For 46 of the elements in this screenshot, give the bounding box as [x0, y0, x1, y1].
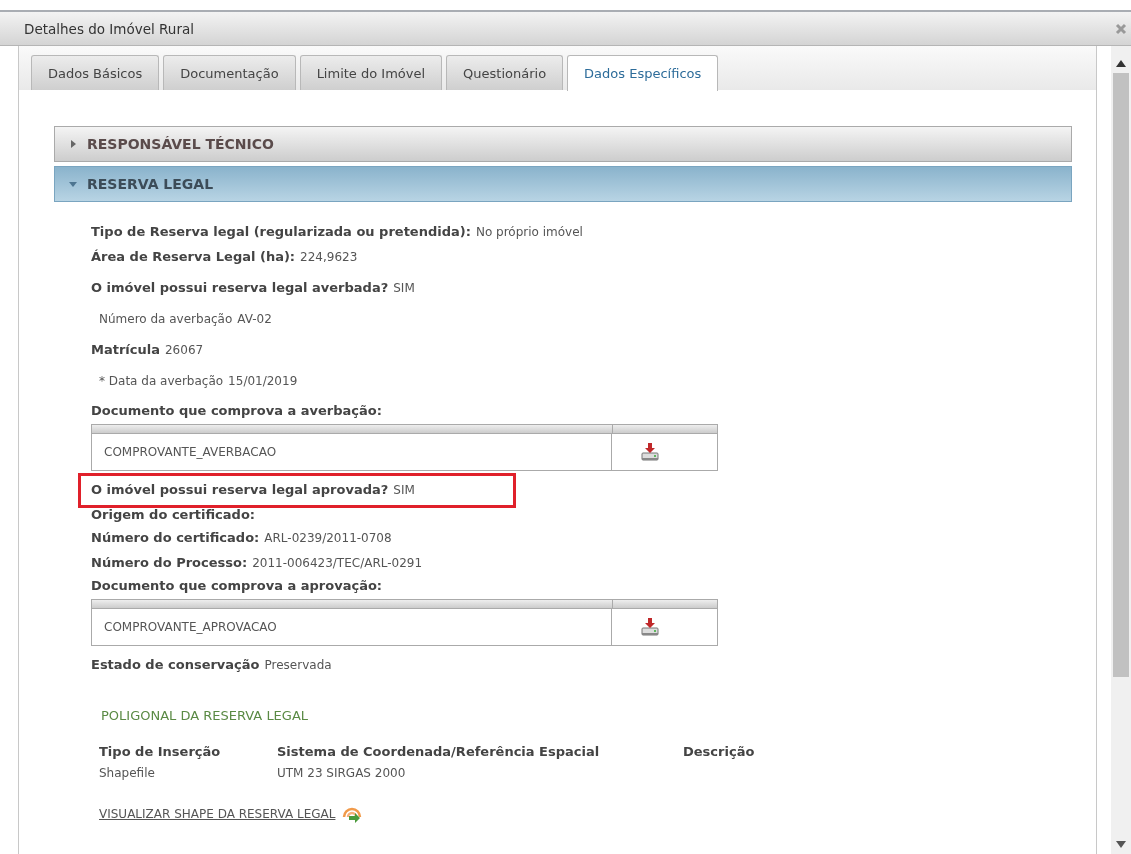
caret-down-icon: [69, 180, 77, 188]
field-value: ARL-0239/2011-0708: [264, 530, 392, 547]
field-label: Origem do certificado:: [91, 505, 256, 524]
scroll-up-icon[interactable]: [1116, 60, 1126, 67]
tab[interactable]: Documentação: [163, 55, 296, 90]
tab[interactable]: Dados Básicos: [31, 55, 160, 90]
accordion-header[interactable]: RESERVA LEGAL: [54, 166, 1072, 202]
table-cell-text: UTM 23 SIRGAS 2000: [277, 764, 407, 782]
field-label: Tipo de Reserva legal (regularizada ou pretendida):: [91, 223, 471, 241]
field-label: Área de Reserva Legal (ha):: [91, 247, 296, 266]
field-value: SIM: [393, 280, 415, 297]
field-value: 2011-006423/TEC/ARL-0291: [252, 554, 423, 572]
file-name: COMPROVANTE_AVERBACAO: [92, 434, 612, 470]
column-header: Tipo de Inserção: [99, 742, 222, 761]
shape-link[interactable]: VISUALIZAR SHAPE DA RESERVA LEGAL: [99, 806, 336, 821]
field-label: Estado de conservação: [91, 656, 260, 674]
field-value: Preservada: [264, 657, 332, 674]
field-label: Número do Processo:: [91, 553, 248, 572]
field-value: 26067: [165, 342, 204, 359]
field-label: Matrícula: [91, 341, 160, 359]
accordion-header[interactable]: RESPONSÁVEL TÉCNICO: [54, 126, 1072, 162]
field-label: Número da averbação: [98, 310, 233, 328]
field-value: No próprio imóvel: [475, 224, 583, 241]
field-label: Número do certificado:: [91, 529, 260, 547]
column-header: Sistema de Coordenada/Referência Espacial: [277, 742, 601, 761]
field-value: AV-02: [237, 310, 272, 328]
file-name: COMPROVANTE_APROVACAO: [92, 609, 612, 645]
field-label: O imóvel possui reserva legal averbada?: [91, 279, 389, 297]
section-title: POLIGONAL DA RESERVA LEGAL: [100, 707, 310, 723]
tab[interactable]: Questionário: [446, 55, 564, 90]
field-label: O imóvel possui reserva legal aprovada?: [91, 481, 389, 499]
column-header: Descrição: [683, 742, 756, 761]
field-value: 224,9623: [300, 248, 358, 266]
field-value: 15/01/2019: [228, 372, 298, 390]
tab[interactable]: Dados Específicos: [567, 55, 719, 91]
section-label: Documento que comprova a averbação:: [91, 402, 383, 420]
tab[interactable]: Limite do Imóvel: [299, 55, 443, 90]
section-label: Documento que comprova a aprovação:: [91, 577, 384, 595]
scroll-down-icon[interactable]: [1116, 841, 1126, 848]
caret-right-icon: [69, 140, 77, 148]
download-icon[interactable]: [638, 617, 661, 637]
field-value: SIM: [393, 482, 415, 499]
table-cell-text: Shapefile: [99, 764, 156, 782]
field-label: * Data da averbação: [98, 372, 224, 390]
window-title: Detalhes do Imóvel Rural: [24, 20, 195, 37]
download-icon[interactable]: [638, 442, 661, 462]
